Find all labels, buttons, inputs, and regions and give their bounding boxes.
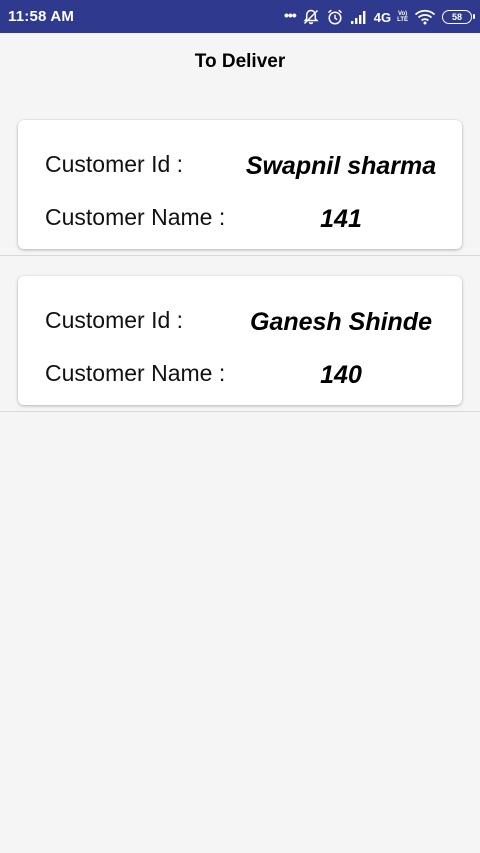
signal-icon [350, 8, 368, 26]
notifications-off-icon [302, 8, 320, 26]
page-title: To Deliver [194, 51, 286, 72]
network-type: 4G [373, 9, 392, 25]
alarm-icon [326, 8, 344, 26]
customer-name-value: 140 [320, 361, 362, 389]
customer-name-value: 141 [320, 205, 362, 233]
battery-icon: 58 [442, 10, 475, 24]
status-bar: 11:58 AM ••• 4G Vo) LTE 58 [0, 0, 480, 33]
customer-id-label: Customer Id : [45, 151, 184, 177]
divider [0, 255, 480, 256]
status-icons: ••• 4G Vo) LTE 58 [284, 7, 475, 27]
toolbar: To Deliver [0, 33, 480, 89]
customer-name-label: Customer Name : [45, 360, 226, 386]
battery-level: 58 [451, 12, 462, 22]
volte-icon: Vo) LTE [397, 11, 408, 23]
customer-name-label: Customer Name : [45, 204, 226, 230]
customer-id-value: Swapnil sharma [245, 152, 437, 180]
divider [0, 411, 480, 412]
customer-id-value: Ganesh Shinde [250, 308, 432, 336]
more-notifications-icon: ••• [284, 7, 297, 23]
delivery-card[interactable]: Customer Id : Ganesh Shinde Customer Nam… [18, 276, 462, 405]
customer-id-label: Customer Id : [45, 307, 184, 333]
wifi-icon [414, 8, 436, 26]
status-time: 11:58 AM [8, 8, 75, 25]
delivery-card[interactable]: Customer Id : Swapnil sharma Customer Na… [18, 120, 462, 249]
